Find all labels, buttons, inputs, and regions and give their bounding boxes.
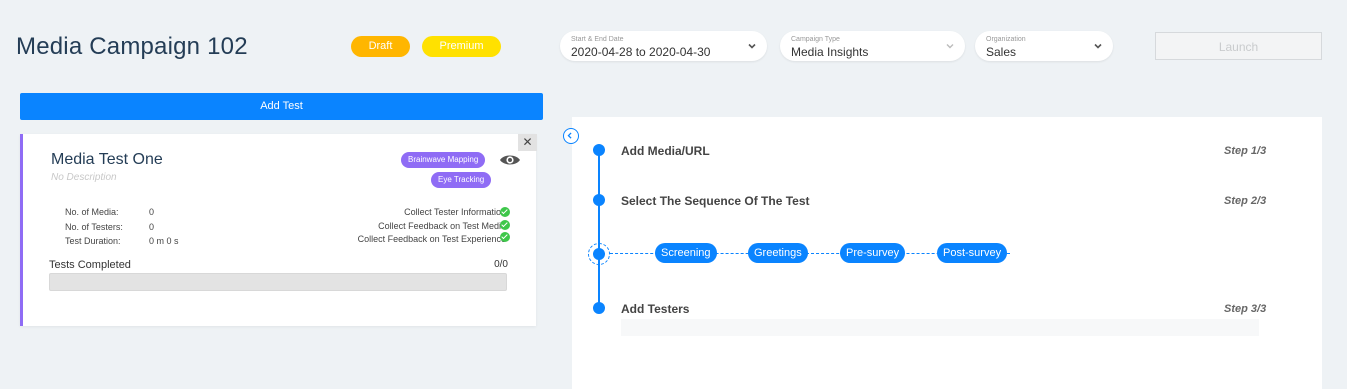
- step-select-sequence[interactable]: Select The Sequence Of The Test: [621, 194, 810, 208]
- date-range-select[interactable]: Start & End Date 2020-04-28 to 2020-04-3…: [560, 31, 767, 61]
- date-range-label: Start & End Date: [571, 36, 624, 43]
- steps-timeline: [598, 150, 600, 308]
- tests-completed-progress: [49, 273, 507, 291]
- step-add-media[interactable]: Add Media/URL: [621, 144, 710, 158]
- feature-tester-info: Collect Tester Information: [404, 207, 506, 217]
- organization-value: Sales: [986, 45, 1017, 59]
- campaign-type-select[interactable]: Campaign Type Media Insights: [780, 31, 965, 61]
- test-card-description: No Description: [51, 172, 117, 183]
- status-badge-premium: Premium: [422, 36, 501, 57]
- tag-brainwave-mapping: Brainwave Mapping: [401, 152, 486, 168]
- eye-icon[interactable]: [499, 152, 521, 168]
- test-card-title: Media Test One: [51, 151, 163, 168]
- step-dot: [593, 144, 605, 156]
- step-dot: [593, 248, 605, 260]
- chevron-down-icon: [946, 44, 954, 49]
- stat-duration-label: Test Duration:: [65, 236, 121, 246]
- chevron-down-icon: [1094, 43, 1102, 49]
- organization-select[interactable]: Organization Sales: [975, 31, 1113, 61]
- step-tag-3: Step 3/3: [1224, 303, 1267, 315]
- stat-testers-value: 0: [149, 222, 155, 232]
- tag-eye-tracking: Eye Tracking: [431, 172, 492, 188]
- organization-label: Organization: [986, 36, 1026, 43]
- chevron-left-icon[interactable]: [563, 128, 579, 144]
- chevron-down-icon: [748, 43, 756, 49]
- sequence-chip-greetings[interactable]: Greetings: [748, 243, 808, 263]
- step-dot: [593, 194, 605, 206]
- step-tag-1: Step 1/3: [1224, 145, 1267, 157]
- test-card[interactable]: Media Test One No Description Brainwave …: [20, 134, 537, 326]
- stat-media-value: 0: [149, 207, 155, 217]
- sequence-chip-screening[interactable]: Screening: [655, 243, 717, 263]
- tests-completed-value: 0/0: [494, 259, 508, 270]
- step-dot: [593, 302, 605, 314]
- stat-media-label: No. of Media:: [65, 207, 119, 217]
- testers-placeholder: [621, 319, 1259, 336]
- step-tag-2: Step 2/3: [1224, 195, 1267, 207]
- launch-button[interactable]: Launch: [1155, 32, 1322, 60]
- tests-completed-label: Tests Completed: [49, 259, 131, 271]
- step-add-testers[interactable]: Add Testers: [621, 302, 689, 316]
- close-icon[interactable]: ✕: [518, 134, 537, 151]
- sequence-chip-post-survey[interactable]: Post-survey: [937, 243, 1008, 263]
- stat-duration-value: 0 m 0 s: [149, 236, 179, 246]
- campaign-type-value: Media Insights: [791, 45, 869, 59]
- sequence-chip-pre-survey[interactable]: Pre-survey: [840, 243, 906, 263]
- stat-testers-label: No. of Testers:: [65, 222, 123, 232]
- page-title: Media Campaign 102: [16, 33, 248, 60]
- campaign-type-label: Campaign Type: [791, 36, 840, 43]
- check-icon: [500, 220, 510, 230]
- feature-feedback-media: Collect Feedback on Test Media: [378, 221, 506, 231]
- check-icon: [500, 232, 510, 242]
- status-badge-draft: Draft: [351, 36, 410, 57]
- check-icon: [500, 207, 510, 217]
- feature-feedback-experience: Collect Feedback on Test Experience: [357, 234, 506, 244]
- add-test-button[interactable]: Add Test: [20, 93, 543, 120]
- date-range-value: 2020-04-28 to 2020-04-30: [571, 45, 711, 59]
